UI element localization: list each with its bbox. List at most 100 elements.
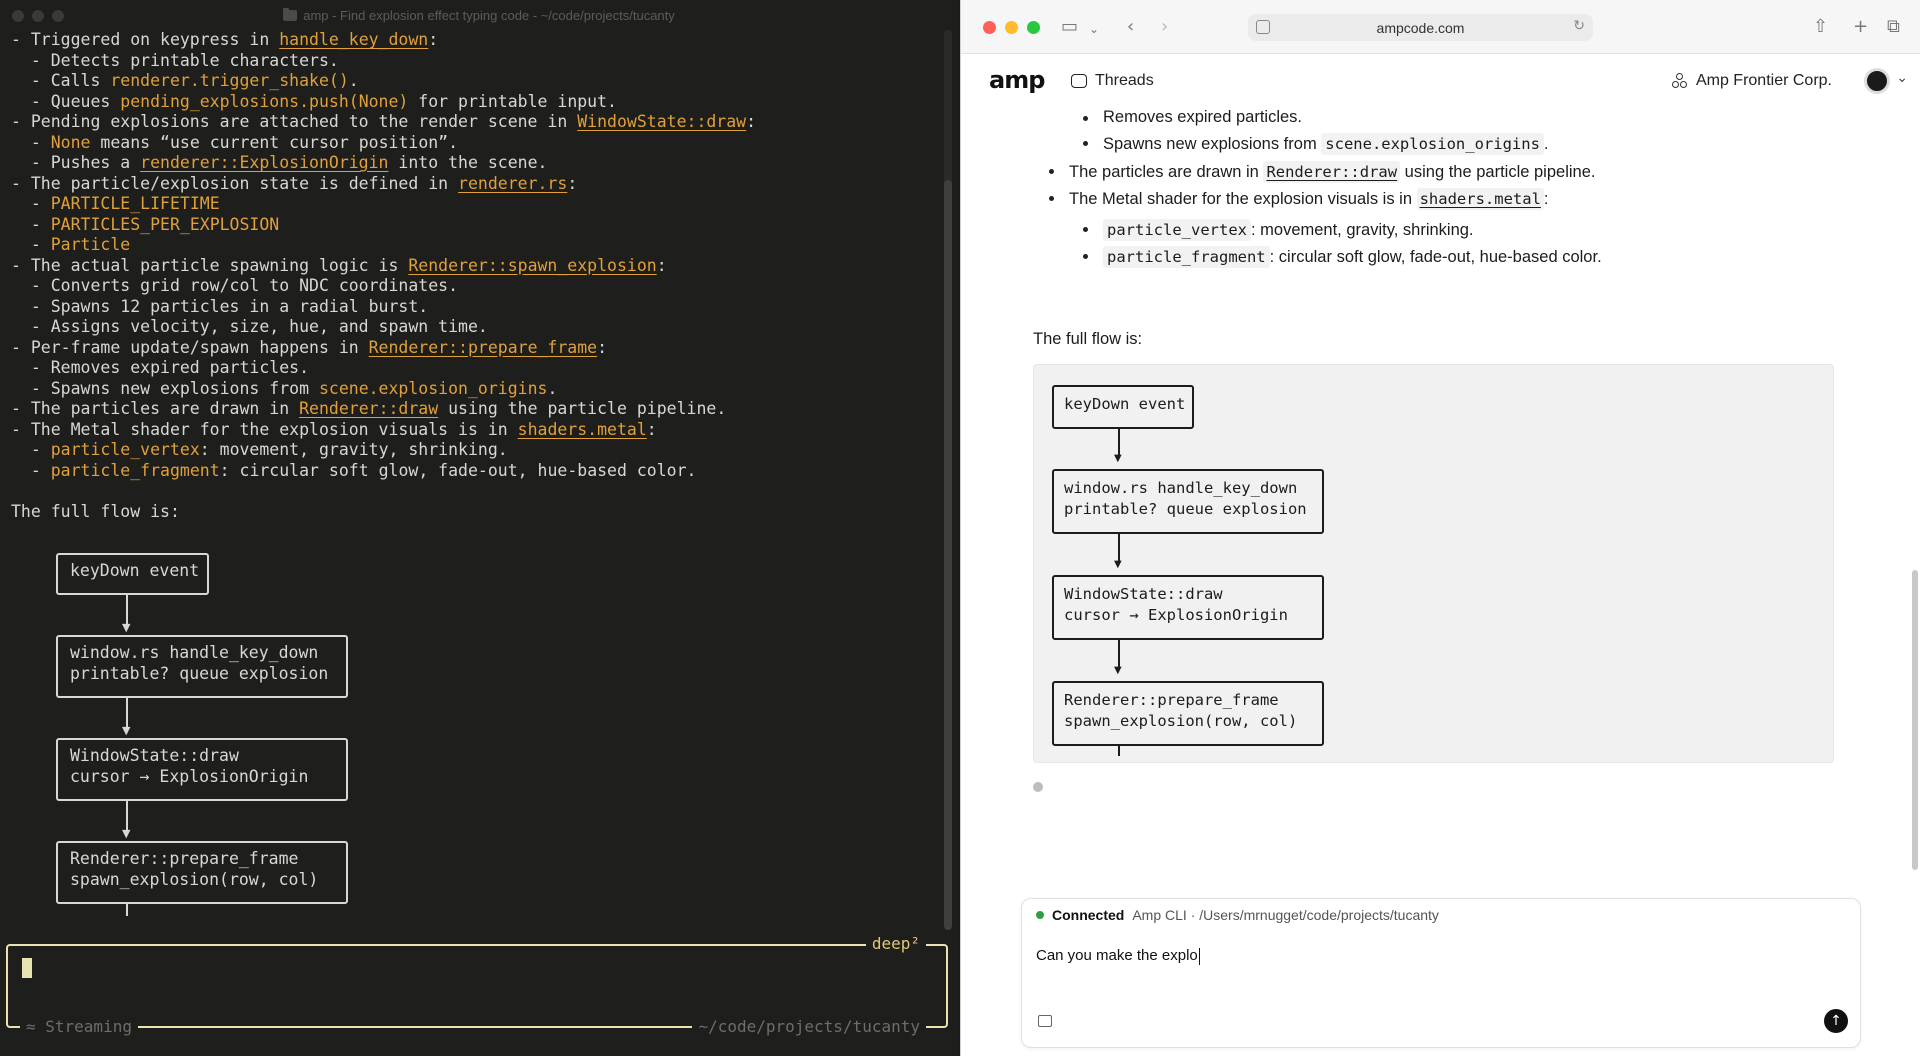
connection-context: Amp CLI · /Users/mrnugget/code/projects/… xyxy=(1132,907,1439,923)
text-span: - The actual particle spawning logic is xyxy=(11,255,409,275)
amp-logo[interactable]: amp xyxy=(989,66,1045,94)
back-icon[interactable]: ‹ xyxy=(1127,17,1134,37)
terminal-line: - Pushes a renderer::ExplosionOrigin int… xyxy=(11,153,941,174)
reload-icon[interactable]: ↻ xyxy=(1573,18,1585,34)
text-span: - Converts grid row/col to NDC coordinat… xyxy=(11,276,459,295)
file-link[interactable]: shaders.metal xyxy=(518,420,647,439)
bullet-icon xyxy=(1083,227,1088,232)
file-link[interactable]: renderer.rs xyxy=(458,174,567,193)
terminal-line: - The particle/explosion state is define… xyxy=(11,174,941,195)
text-span: : xyxy=(567,173,578,193)
text-span: : xyxy=(1543,189,1549,208)
file-link[interactable]: Renderer::prepare_frame xyxy=(369,338,597,357)
new-tab-icon[interactable]: + xyxy=(1853,17,1868,37)
terminal-line: - Converts grid row/col to NDC coordinat… xyxy=(11,276,941,297)
threads-link[interactable]: Threads xyxy=(1071,72,1154,90)
flow-step-box: WindowState::draw cursor → ExplosionOrig… xyxy=(56,738,348,801)
terminal-line: - The actual particle spawning logic is … xyxy=(11,256,941,277)
text-span: : xyxy=(597,337,608,357)
code-span: particle_vertex xyxy=(1103,219,1251,241)
terminal-cursor xyxy=(22,958,32,978)
connection-status-label: Connected xyxy=(1052,907,1125,923)
code-span: particle_fragment xyxy=(50,460,220,480)
flow-step-box: keyDown event xyxy=(56,553,209,595)
file-link[interactable]: Renderer::spawn_explosion xyxy=(408,256,656,275)
code-span: scene.explosion_origins xyxy=(318,378,548,398)
terminal-line: - particle_vertex: movement, gravity, sh… xyxy=(11,440,941,461)
address-bar[interactable]: ampcode.com ↻ xyxy=(1248,14,1593,41)
forward-icon[interactable]: › xyxy=(1161,17,1168,37)
text-span: - xyxy=(11,132,51,152)
flow-connector xyxy=(1118,746,1120,756)
code-span: None xyxy=(50,132,91,152)
close-window-button[interactable] xyxy=(983,21,996,34)
chat-bubble-icon xyxy=(1071,74,1087,88)
text-span: - The particles are drawn in xyxy=(11,399,300,418)
text-span: The Metal shader for the explosion visua… xyxy=(1069,189,1417,208)
message-input[interactable]: Can you make the explo xyxy=(1036,947,1200,965)
flow-step-box: window.rs handle_key_down printable? que… xyxy=(1052,469,1324,534)
send-button[interactable]: ↑ xyxy=(1824,1009,1848,1033)
thread-content: keyDown event ▼ window.rs handle_key_down … xyxy=(961,108,1920,890)
close-window-button[interactable] xyxy=(12,10,24,22)
file-link[interactable]: Renderer::draw xyxy=(1263,161,1401,183)
attach-image-icon[interactable] xyxy=(1038,1015,1052,1027)
terminal-line: - Queues pending_explosions.push(None) f… xyxy=(11,92,941,113)
chevron-down-icon[interactable]: ⌄ xyxy=(1896,70,1908,86)
terminal-cwd: ~/code/projects/tucanty xyxy=(692,1017,926,1036)
org-switcher[interactable]: Amp Frontier Corp. xyxy=(1671,72,1832,90)
minimize-window-button[interactable] xyxy=(1005,21,1018,34)
streaming-status: ≈ Streaming xyxy=(20,1017,138,1036)
text-span: - xyxy=(11,214,51,234)
page-settings-icon[interactable] xyxy=(1256,20,1270,34)
message-composer: Connected Amp CLI · /Users/mrnugget/code… xyxy=(1021,898,1861,1048)
text-span: Spawns new explosions from xyxy=(1103,134,1322,153)
file-link[interactable]: renderer::ExplosionOrigin xyxy=(140,153,388,172)
code-span: PARTICLE_LIFETIME xyxy=(50,194,220,213)
terminal-line: - Pending explosions are attached to the… xyxy=(11,112,941,133)
avatar[interactable] xyxy=(1864,68,1890,94)
chevron-down-icon[interactable]: ⌄ xyxy=(1089,19,1099,39)
text-span: - Calls xyxy=(11,71,111,90)
terminal-prompt-input[interactable]: deep² ≈ Streaming ~/code/projects/tucant… xyxy=(6,934,948,1036)
file-link[interactable]: shaders.metal xyxy=(1416,188,1544,210)
sidebar-toggle-icon[interactable]: ▭ xyxy=(1061,17,1078,37)
text-span: : circular soft glow, fade-out, hue-base… xyxy=(1269,247,1602,266)
text-span: - Spawns new explosions from xyxy=(11,378,319,398)
terminal-line: - Particle xyxy=(11,235,941,256)
flow-code-block: keyDown event ▼ window.rs handle_key_down … xyxy=(1033,364,1834,763)
terminal-title-text: amp - Find explosion effect typing code … xyxy=(303,7,675,23)
arrow-down-icon: ▼ xyxy=(1114,453,1122,464)
minimize-window-button[interactable] xyxy=(32,10,44,22)
code-span: particle_fragment xyxy=(1103,246,1270,268)
page-scrollbar[interactable] xyxy=(1912,570,1918,870)
text-span: means “use current cursor position”. xyxy=(90,132,459,152)
bullet-icon xyxy=(1083,254,1088,259)
text-span: : xyxy=(428,30,439,49)
text-span: . xyxy=(547,378,558,398)
file-link[interactable]: handle_key_down xyxy=(279,30,428,49)
text-span: - Detects printable characters. xyxy=(11,50,339,70)
tab-overview-icon[interactable]: ⧉ xyxy=(1887,17,1900,37)
file-link[interactable]: WindowState::draw xyxy=(577,112,746,131)
list-item: Removes expired particles. xyxy=(1103,108,1302,127)
flow-step-box: window.rs handle_key_down printable? que… xyxy=(56,635,348,698)
zoom-window-button[interactable] xyxy=(52,10,64,22)
list-item: The Metal shader for the explosion visua… xyxy=(1069,188,1549,210)
flow-step-box: keyDown event xyxy=(1052,385,1194,429)
bullet-icon xyxy=(1049,196,1054,201)
text-span: . xyxy=(348,71,359,90)
arrow-down-icon: ▼ xyxy=(1114,665,1122,676)
terminal-scrollbar-thumb[interactable] xyxy=(944,180,952,930)
share-icon[interactable]: ⇧ xyxy=(1813,17,1828,37)
text-span: - xyxy=(11,235,51,254)
folder-icon xyxy=(283,7,298,21)
text-span: : xyxy=(646,419,657,439)
text-span: - xyxy=(11,194,51,213)
file-link[interactable]: Renderer::draw xyxy=(299,399,438,418)
zoom-window-button[interactable] xyxy=(1027,21,1040,34)
threads-label: Threads xyxy=(1095,72,1154,89)
terminal-scrollbar[interactable] xyxy=(944,30,952,930)
text-span: : xyxy=(746,112,757,131)
